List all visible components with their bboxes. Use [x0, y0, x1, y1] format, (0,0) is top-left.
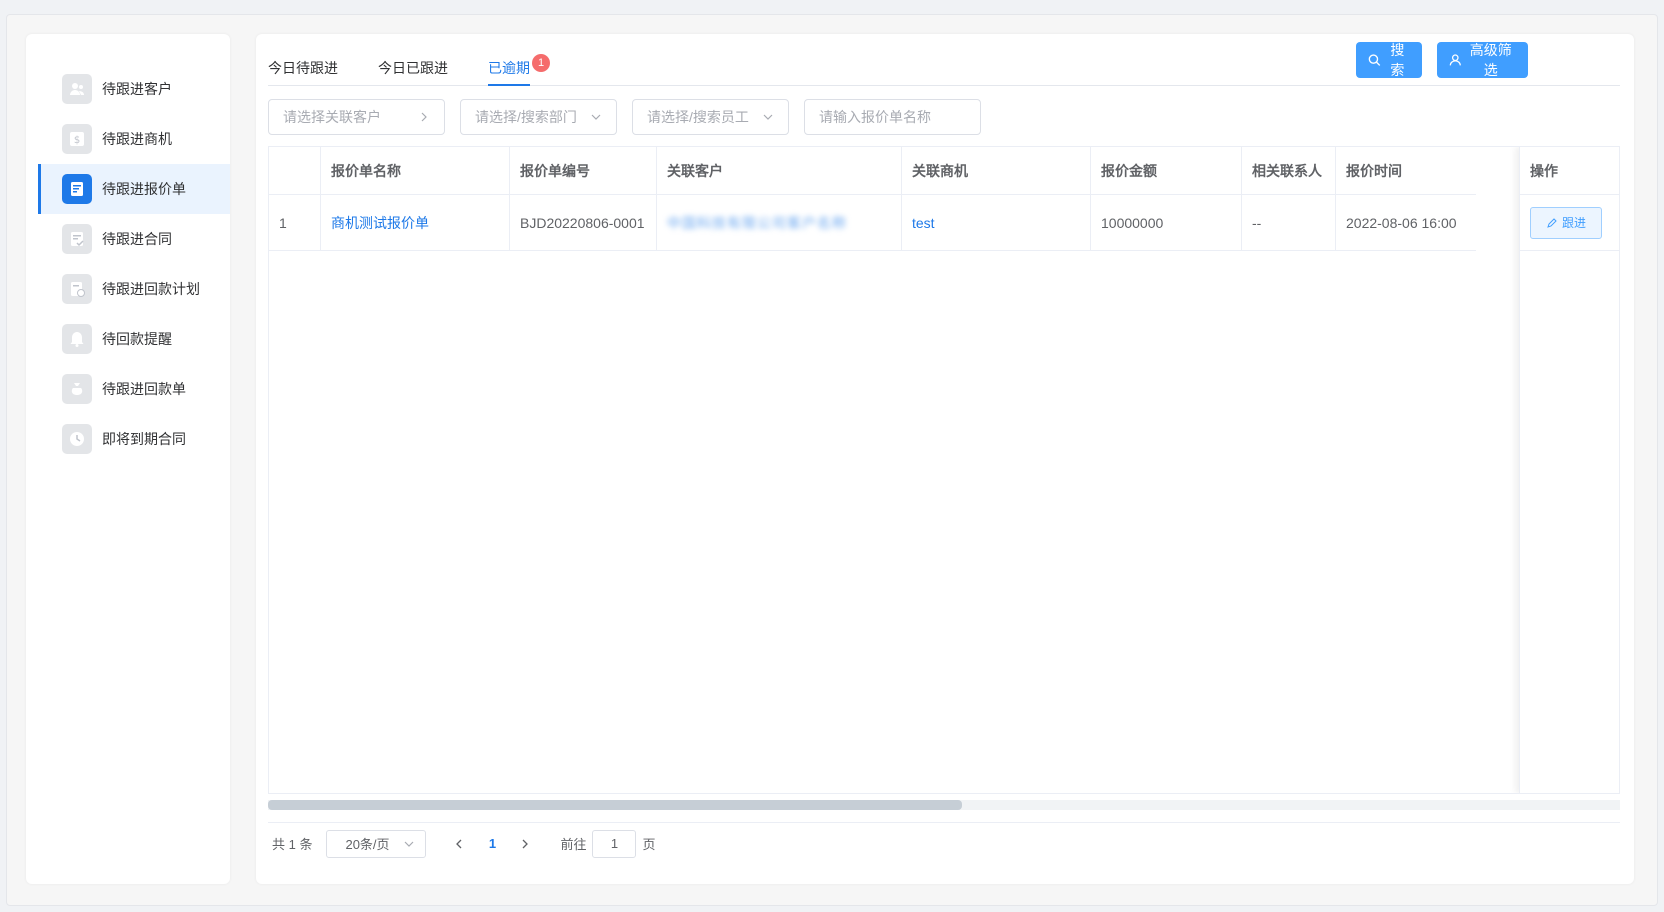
sidebar-item-label: 待跟进回款单 [102, 381, 186, 397]
sidebar-item-payment-reminders[interactable]: 待回款提醒 [38, 314, 230, 364]
row-index: 1 [269, 195, 321, 250]
contract-icon [62, 224, 92, 254]
chevron-right-icon [421, 112, 427, 122]
sidebar-item-label: 待跟进回款计划 [102, 281, 200, 297]
row-amount: 10000000 [1091, 195, 1242, 250]
prev-page-button[interactable] [444, 830, 474, 858]
customers-icon [62, 74, 92, 104]
total-count: 共 1 条 [272, 837, 313, 852]
row-contact: -- [1242, 195, 1336, 250]
search-button[interactable]: 搜索 [1356, 42, 1422, 78]
sidebar: 待跟进客户 $ 待跟进商机 待跟进报价单 待跟进合同 待跟进回款计划 待回款提醒 [26, 34, 230, 884]
goto-label: 前往 [560, 837, 587, 852]
quote-name-input[interactable] [819, 109, 966, 125]
tab-label: 今日待跟进 [268, 60, 338, 76]
money-bag-icon [62, 374, 92, 404]
user-icon [1449, 54, 1461, 66]
pagination: 共 1 条 20条/页 1 前往 页 [268, 822, 1620, 864]
col-name: 报价单名称 [321, 147, 510, 194]
page-number[interactable]: 1 [474, 836, 510, 851]
scrollbar-thumb[interactable] [268, 800, 962, 810]
search-button-label: 搜索 [1390, 42, 1405, 78]
col-time: 报价时间 [1346, 162, 1402, 179]
row-customer-cell: 中国科技有限公司客户名称 [657, 195, 902, 250]
sidebar-item-customers[interactable]: 待跟进客户 [38, 64, 230, 114]
chevron-left-icon [456, 839, 462, 848]
tab-label: 今日已跟进 [378, 60, 448, 76]
tab-overdue[interactable]: 已逾期 1 [488, 52, 550, 86]
customer-link[interactable]: 中国科技有限公司客户名称 [667, 213, 847, 233]
row-opportunity-cell: test [902, 195, 1091, 250]
employee-select-placeholder: 请选择/搜索员工 [647, 109, 749, 125]
overdue-count-badge: 1 [532, 54, 550, 72]
sidebar-item-label: 待跟进合同 [102, 231, 172, 247]
horizontal-scrollbar[interactable] [268, 800, 1620, 810]
sidebar-item-payment-plans[interactable]: 待跟进回款计划 [38, 264, 230, 314]
quote-name-input-wrap [804, 99, 981, 135]
department-select[interactable]: 请选择/搜索部门 [460, 99, 617, 135]
tab-label: 已逾期 [488, 60, 530, 76]
employee-select[interactable]: 请选择/搜索员工 [632, 99, 789, 135]
col-opportunity: 关联商机 [902, 147, 1091, 194]
col-code: 报价单编号 [510, 147, 657, 194]
quote-icon [62, 174, 92, 204]
bell-icon [62, 324, 92, 354]
sidebar-item-label: 待跟进报价单 [102, 181, 186, 197]
sidebar-item-label: 待跟进客户 [102, 81, 172, 97]
row-action-cell: 跟进 [1520, 195, 1619, 251]
col-customer: 关联客户 [657, 147, 902, 194]
chevron-right-icon [523, 839, 529, 848]
sidebar-item-label: 即将到期合同 [102, 431, 186, 447]
sidebar-item-quotes[interactable]: 待跟进报价单 [38, 164, 230, 214]
main-panel: 今日待跟进 今日已跟进 已逾期 1 搜索 高级筛选 请选择关联客户 请选择/搜索… [256, 34, 1634, 884]
chevron-down-icon [591, 114, 601, 120]
search-icon [1368, 54, 1381, 66]
row-name-cell: 商机测试报价单 [321, 195, 510, 250]
col-action: 操作 [1520, 147, 1619, 195]
goto-page-input[interactable] [592, 829, 637, 858]
table-row: 1 商机测试报价单 BJD20220806-0001 中国科技有限公司客户名称 … [269, 195, 1476, 251]
chevron-down-icon [405, 841, 414, 847]
col-index [269, 147, 321, 194]
page-suffix: 页 [642, 837, 656, 852]
row-code: BJD20220806-0001 [510, 195, 657, 250]
sidebar-item-label: 待跟进商机 [102, 131, 172, 147]
opportunity-link[interactable]: test [912, 215, 935, 231]
col-amount: 报价金额 [1091, 147, 1242, 194]
sidebar-item-expiring-contracts[interactable]: 即将到期合同 [38, 414, 230, 464]
department-select-placeholder: 请选择/搜索部门 [475, 109, 577, 125]
tab-today-done[interactable]: 今日已跟进 [378, 52, 448, 86]
quote-name-link[interactable]: 商机测试报价单 [331, 213, 429, 233]
tab-today-pending[interactable]: 今日待跟进 [268, 52, 338, 86]
fixed-action-column: 操作 跟进 [1519, 147, 1619, 793]
sidebar-item-contracts[interactable]: 待跟进合同 [38, 214, 230, 264]
chevron-down-icon [763, 114, 773, 120]
row-time: 2022-08-06 16:00 [1346, 214, 1457, 231]
page-size-value: 20条/页 [345, 837, 390, 852]
payment-plan-icon [62, 274, 92, 304]
quotes-table: 报价单名称 报价单编号 关联客户 关联商机 报价金额 相关联系人 报价时间 1 … [268, 146, 1620, 794]
col-contact: 相关联系人 [1242, 147, 1336, 194]
sidebar-item-label: 待回款提醒 [102, 331, 172, 347]
advanced-filter-button[interactable]: 高级筛选 [1437, 42, 1528, 78]
page-size-select[interactable]: 20条/页 [326, 829, 427, 858]
sidebar-item-opportunities[interactable]: $ 待跟进商机 [38, 114, 230, 164]
next-page-button[interactable] [510, 830, 540, 858]
advanced-filter-label: 高级筛选 [1469, 42, 1512, 78]
clock-icon [62, 424, 92, 454]
follow-up-label: 跟进 [1561, 216, 1586, 230]
opportunity-icon: $ [62, 124, 92, 154]
svg-text:$: $ [74, 135, 80, 146]
customer-select[interactable]: 请选择关联客户 [268, 99, 445, 135]
customer-select-placeholder: 请选择关联客户 [283, 109, 381, 125]
follow-up-button[interactable]: 跟进 [1530, 206, 1602, 239]
sidebar-item-receipts[interactable]: 待跟进回款单 [38, 364, 230, 414]
table-header: 报价单名称 报价单编号 关联客户 关联商机 报价金额 相关联系人 报价时间 [269, 147, 1476, 195]
edit-icon [1547, 217, 1557, 228]
